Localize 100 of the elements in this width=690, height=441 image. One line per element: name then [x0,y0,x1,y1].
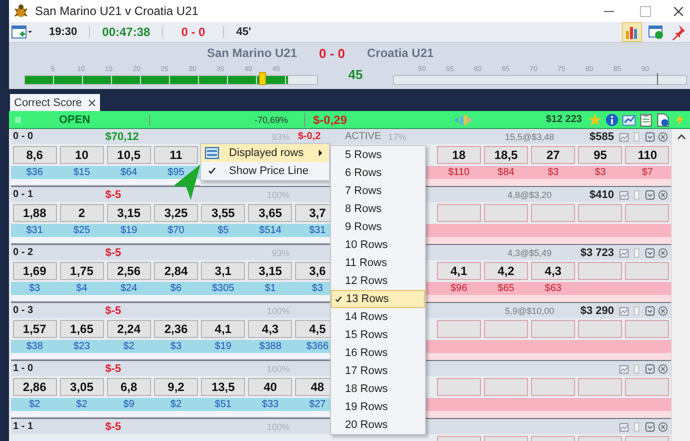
menu-item-label: 12 Rows [345,275,388,287]
price-button[interactable] [436,320,481,338]
price-button[interactable] [531,204,576,222]
price-button[interactable]: 11 [154,146,198,164]
info-icon[interactable] [605,112,619,126]
menu-item[interactable]: 17 Rows [331,362,425,380]
close-circle-icon[interactable] [658,132,668,142]
price-button[interactable] [625,262,670,280]
price-button[interactable]: 1,69 [12,262,57,280]
dropdown-icon[interactable] [645,248,655,258]
price-button[interactable]: 3,55 [201,204,246,222]
menu-item[interactable]: 5 Rows [331,146,425,164]
stake-cell: $64 [105,166,152,186]
close-circle-icon[interactable] [658,306,668,316]
price-button[interactable] [578,204,622,222]
price-button[interactable] [625,320,670,338]
scrollbar[interactable] [671,129,690,441]
dropdown-icon[interactable] [645,422,655,432]
scroll-up-icon[interactable] [676,133,686,141]
menu-item[interactable]: 13 Rows [331,290,425,308]
price-button[interactable]: 2,56 [106,262,151,280]
chart-icon[interactable] [619,132,629,142]
price-button[interactable]: 10,5 [106,146,151,164]
price-button[interactable] [625,204,670,222]
price-button[interactable] [531,320,576,338]
price-button[interactable] [484,320,528,338]
price-button[interactable]: 1,88 [12,204,57,222]
dropdown-icon[interactable] [645,190,655,200]
price-button[interactable] [578,262,622,280]
price-button[interactable]: 110 [625,146,670,164]
star-icon[interactable] [588,112,602,126]
tab[interactable]: Correct Score [10,94,100,111]
price-button[interactable]: 3,65 [248,204,292,222]
close-icon[interactable] [673,6,684,16]
chart-icon[interactable] [619,306,629,316]
price-button[interactable]: 6,8 [106,378,151,396]
maximize-button[interactable] [637,4,653,18]
dropdown-icon[interactable] [645,364,655,374]
price-button[interactable]: 13,5 [201,378,246,396]
price-button[interactable]: 40 [248,378,292,396]
price-button[interactable] [484,204,528,222]
price-button[interactable] [578,320,622,338]
price-button[interactable]: 9,2 [154,378,198,396]
menu-item[interactable]: 20 Rows [331,416,425,434]
price-button[interactable]: 2 [60,204,104,222]
price-button[interactable]: 4,3 [248,320,292,338]
close-circle-icon[interactable] [658,422,668,432]
price-button[interactable]: 3,05 [60,378,104,396]
close-circle-icon[interactable] [658,190,668,200]
submenu-arrow-icon [318,149,323,157]
price-button[interactable]: 10 [60,146,104,164]
stake-cell [624,224,671,244]
dropdown-icon[interactable] [645,306,655,316]
price-button[interactable]: 4,3 [531,262,576,280]
price-button[interactable] [436,378,481,396]
price-button[interactable]: 2,24 [106,320,151,338]
price-button[interactable]: 4,2 [484,262,528,280]
chart-icon[interactable] [619,364,629,374]
close-circle-icon[interactable] [658,364,668,374]
price-button[interactable]: 27 [531,146,576,164]
price-button[interactable]: 95 [578,146,622,164]
price-button[interactable]: 18 [436,146,481,164]
price-button[interactable]: 3,15 [106,204,151,222]
price-button[interactable]: 4,1 [436,262,481,280]
price-button[interactable]: 2,84 [154,262,198,280]
price-button[interactable]: 4,1 [201,320,246,338]
menu-item[interactable]: Displayed rows [201,144,329,162]
price-button[interactable]: 18,5 [484,146,528,164]
add-window-icon[interactable] [11,24,33,40]
price-button[interactable]: 2,86 [12,378,57,396]
menu-item[interactable]: Show Price Line [201,162,329,180]
price-button[interactable] [578,378,622,396]
bar-chart-icon[interactable] [622,22,642,42]
close-icon[interactable] [88,98,96,106]
document-icon[interactable] [656,112,670,126]
chart-icon[interactable] [619,422,629,432]
stake-cell: $110 [435,166,482,186]
menu-item[interactable]: 6 Rows [331,164,425,182]
menu-item[interactable]: 7 Rows [331,182,425,200]
price-button[interactable]: 2,36 [154,320,198,338]
chart-icon[interactable] [622,112,636,126]
market-score: 1 - 0 [12,363,34,374]
close-circle-icon[interactable] [658,248,668,258]
price-button[interactable] [625,378,670,396]
price-button[interactable]: 3,15 [248,262,292,280]
price-button[interactable]: 8,6 [12,146,57,164]
price-button[interactable] [436,204,481,222]
chart-icon[interactable] [619,248,629,258]
price-button[interactable]: 1,75 [60,262,104,280]
dropdown-icon[interactable] [645,132,655,142]
stake-cell: $5 [200,224,247,244]
price-button[interactable]: 3,1 [201,262,246,280]
price-button[interactable]: 1,57 [12,320,57,338]
clipboard-icon[interactable] [639,112,653,126]
price-button[interactable] [531,378,576,396]
price-button[interactable]: 3,25 [154,204,198,222]
price-button[interactable]: 1,65 [60,320,104,338]
chart-icon[interactable] [619,190,629,200]
pin-icon[interactable] [670,24,686,40]
price-button[interactable] [484,378,528,396]
